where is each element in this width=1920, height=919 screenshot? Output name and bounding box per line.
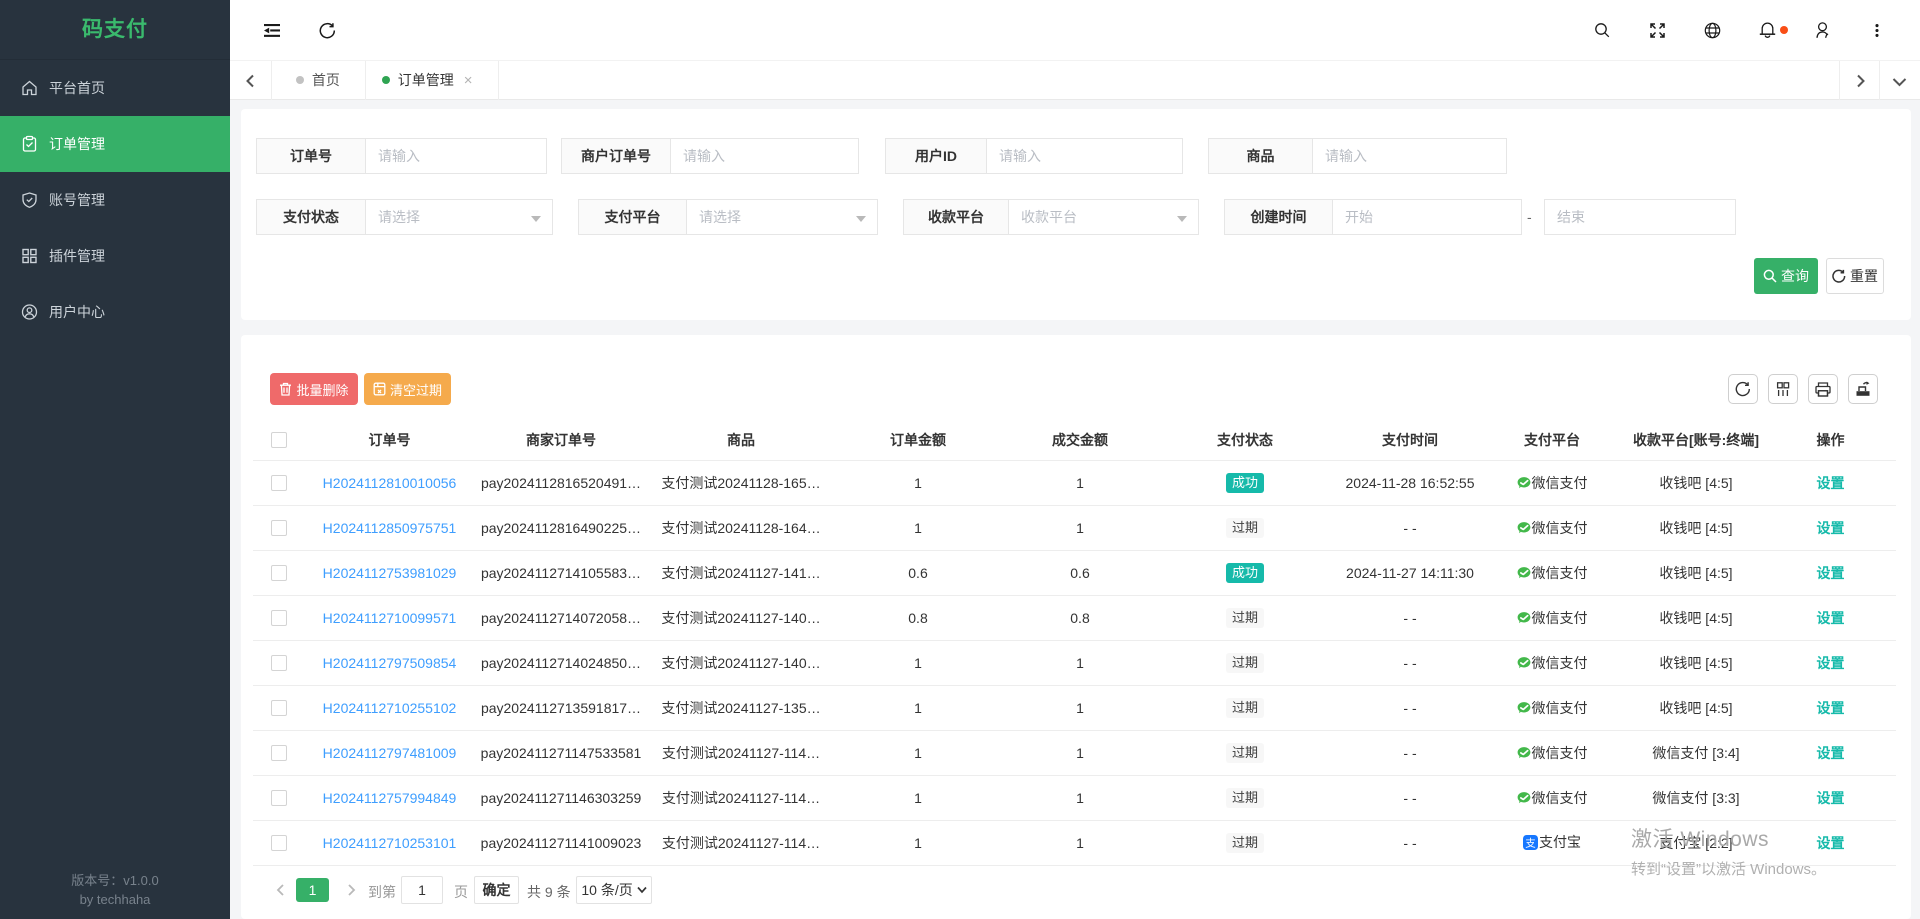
svg-text:支: 支	[1525, 837, 1536, 849]
